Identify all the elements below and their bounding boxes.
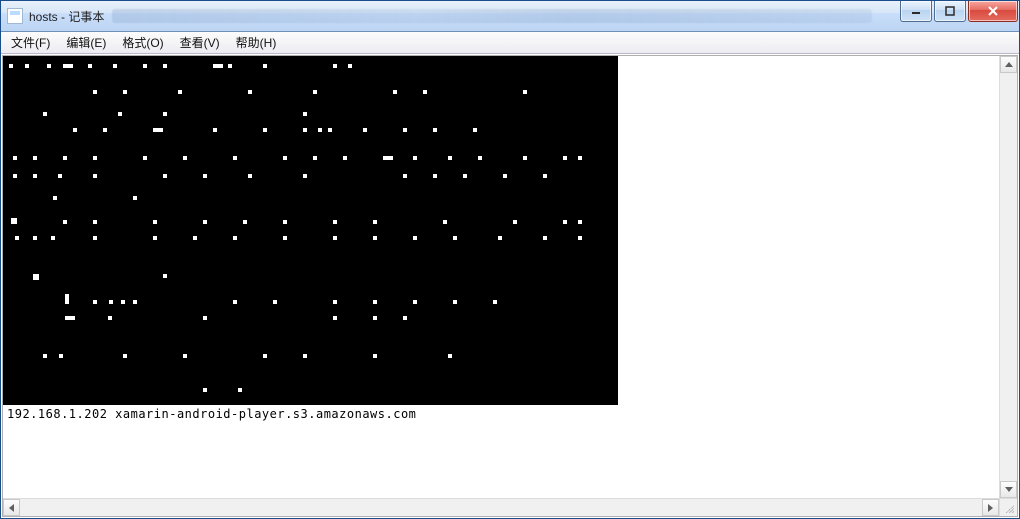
scroll-left-button[interactable] <box>3 499 20 516</box>
resize-grip[interactable] <box>999 499 1017 516</box>
minimize-icon <box>911 6 921 16</box>
window-title: hosts - 记事本 <box>29 8 104 25</box>
editor-text-line: 192.168.1.202 xamarin-android-player.s3.… <box>7 407 416 421</box>
horizontal-scroll-track[interactable] <box>20 499 982 516</box>
menu-edit[interactable]: 编辑(E) <box>58 32 114 53</box>
scroll-up-button[interactable] <box>1000 56 1017 73</box>
title-bar[interactable]: hosts - 记事本 <box>1 1 1019 32</box>
redacted-image <box>3 56 618 405</box>
app-icon <box>7 8 23 24</box>
scroll-right-button[interactable] <box>982 499 999 516</box>
horizontal-scrollbar[interactable] <box>3 498 1017 516</box>
close-button[interactable] <box>968 1 1018 22</box>
menu-file[interactable]: 文件(F) <box>3 32 58 53</box>
close-icon <box>987 6 999 16</box>
vertical-scroll-track[interactable] <box>1000 73 1017 481</box>
grip-icon <box>1004 503 1014 513</box>
chevron-down-icon <box>1005 487 1013 492</box>
menu-view[interactable]: 查看(V) <box>172 32 228 53</box>
title-left: hosts - 记事本 <box>1 1 898 31</box>
scroll-down-button[interactable] <box>1000 481 1017 498</box>
text-editor[interactable]: 192.168.1.202 xamarin-android-player.s3.… <box>3 56 999 498</box>
maximize-button[interactable] <box>934 1 966 22</box>
maximize-icon <box>945 6 955 16</box>
chevron-up-icon <box>1005 62 1013 67</box>
vertical-scrollbar[interactable] <box>999 56 1017 498</box>
chevron-right-icon <box>988 504 993 512</box>
window-controls <box>898 1 1019 31</box>
notepad-window: hosts - 记事本 文件(F) 编辑(E) 格式(O) 查看(V) 帮助(H… <box>0 0 1020 519</box>
minimize-button[interactable] <box>900 1 932 22</box>
chevron-left-icon <box>9 504 14 512</box>
client-area: 192.168.1.202 xamarin-android-player.s3.… <box>2 55 1018 517</box>
menu-format[interactable]: 格式(O) <box>114 32 171 53</box>
editor-wrap: 192.168.1.202 xamarin-android-player.s3.… <box>3 56 1017 498</box>
menu-bar: 文件(F) 编辑(E) 格式(O) 查看(V) 帮助(H) <box>1 32 1019 54</box>
title-blur-overlay <box>112 9 872 23</box>
menu-help[interactable]: 帮助(H) <box>228 32 285 53</box>
